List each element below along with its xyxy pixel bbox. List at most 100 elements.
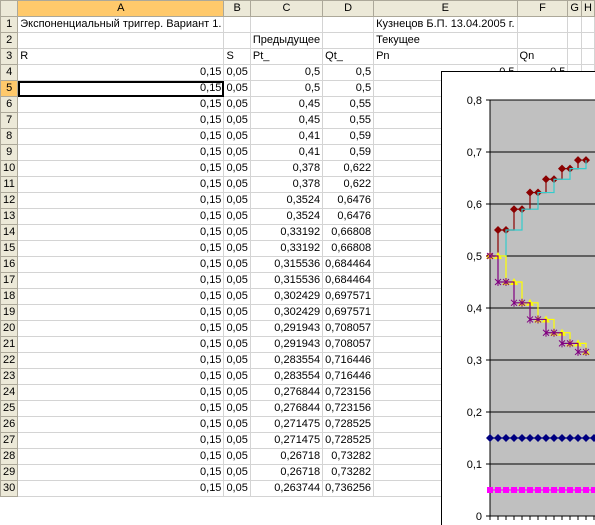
row-header[interactable]: 21 xyxy=(0,336,19,353)
cell-c26[interactable]: 0,271475 xyxy=(249,416,324,433)
cell-b18[interactable]: 0,05 xyxy=(223,288,251,305)
cell-a11[interactable]: 0,15 xyxy=(17,176,225,193)
cell-d14[interactable]: 0,66808 xyxy=(322,224,375,241)
row-header[interactable]: 9 xyxy=(0,144,19,161)
cell-g2[interactable] xyxy=(567,32,582,49)
cell-d6[interactable]: 0,55 xyxy=(322,96,375,113)
row-header[interactable]: 16 xyxy=(0,256,19,273)
cell-b7[interactable]: 0,05 xyxy=(223,112,251,129)
row-header[interactable]: 22 xyxy=(0,352,19,369)
row-header[interactable]: 23 xyxy=(0,368,19,385)
row-header[interactable]: 13 xyxy=(0,208,19,225)
cell-b19[interactable]: 0,05 xyxy=(223,304,251,321)
cell-a29[interactable]: 0,15 xyxy=(17,464,225,481)
cell-c27[interactable]: 0,271475 xyxy=(249,432,324,449)
cell-b22[interactable]: 0,05 xyxy=(223,352,251,369)
cell-a17[interactable]: 0,15 xyxy=(17,272,225,289)
cell-e1[interactable]: Кузнецов Б.П. 13.04.2005 г. xyxy=(373,16,518,33)
cell-d11[interactable]: 0,622 xyxy=(322,176,375,193)
cell-b11[interactable]: 0,05 xyxy=(223,176,251,193)
row-header[interactable]: 25 xyxy=(0,400,19,417)
cell-d29[interactable]: 0,73282 xyxy=(322,464,375,481)
cell-a25[interactable]: 0,15 xyxy=(17,400,225,417)
column-header-h[interactable]: H xyxy=(580,0,595,17)
cell-b30[interactable]: 0,05 xyxy=(223,480,251,497)
cell-c20[interactable]: 0,291943 xyxy=(249,320,324,337)
cell-a3[interactable]: R xyxy=(17,48,225,65)
cell-a28[interactable]: 0,15 xyxy=(17,448,225,465)
cell-c29[interactable]: 0,26718 xyxy=(249,464,324,481)
cell-b20[interactable]: 0,05 xyxy=(223,320,251,337)
cell-b14[interactable]: 0,05 xyxy=(223,224,251,241)
row-header[interactable]: 18 xyxy=(0,288,19,305)
cell-c9[interactable]: 0,41 xyxy=(249,144,324,161)
cell-d16[interactable]: 0,684464 xyxy=(322,256,375,273)
cell-d17[interactable]: 0,684464 xyxy=(322,272,375,289)
column-header-a[interactable]: A xyxy=(17,0,225,17)
row-header[interactable]: 19 xyxy=(0,304,19,321)
cell-d12[interactable]: 0,6476 xyxy=(322,192,375,209)
cell-e2[interactable]: Текущее xyxy=(373,32,518,49)
row-header[interactable]: 11 xyxy=(0,176,19,193)
cell-d28[interactable]: 0,73282 xyxy=(322,448,375,465)
cell-b25[interactable]: 0,05 xyxy=(223,400,251,417)
cell-b6[interactable]: 0,05 xyxy=(223,96,251,113)
cell-d19[interactable]: 0,697571 xyxy=(322,304,375,321)
cell-c14[interactable]: 0,33192 xyxy=(249,224,324,241)
cell-c12[interactable]: 0,3524 xyxy=(249,192,324,209)
cell-b26[interactable]: 0,05 xyxy=(223,416,251,433)
row-header[interactable]: 6 xyxy=(0,96,19,113)
row-header[interactable]: 28 xyxy=(0,448,19,465)
cell-c30[interactable]: 0,263744 xyxy=(249,480,324,497)
cell-d4[interactable]: 0,5 xyxy=(322,64,375,81)
cell-a5[interactable]: 0,15 xyxy=(17,80,225,97)
column-header-d[interactable]: D xyxy=(322,0,375,17)
cell-b28[interactable]: 0,05 xyxy=(223,448,251,465)
cell-c15[interactable]: 0,33192 xyxy=(249,240,324,257)
cell-a24[interactable]: 0,15 xyxy=(17,384,225,401)
cell-h2[interactable] xyxy=(580,32,595,49)
cell-g1[interactable] xyxy=(567,16,582,33)
cell-a6[interactable]: 0,15 xyxy=(17,96,225,113)
cell-c21[interactable]: 0,291943 xyxy=(249,336,324,353)
cell-d7[interactable]: 0,55 xyxy=(322,112,375,129)
cell-d18[interactable]: 0,697571 xyxy=(322,288,375,305)
cell-d5[interactable]: 0,5 xyxy=(322,80,375,97)
column-header-g[interactable]: G xyxy=(567,0,582,17)
cell-b17[interactable]: 0,05 xyxy=(223,272,251,289)
cell-f3[interactable]: Qn xyxy=(516,48,569,65)
cell-a10[interactable]: 0,15 xyxy=(17,160,225,177)
cell-c10[interactable]: 0,378 xyxy=(249,160,324,177)
cell-g3[interactable] xyxy=(567,48,582,65)
cell-c11[interactable]: 0,378 xyxy=(249,176,324,193)
cell-b3[interactable]: S xyxy=(223,48,251,65)
cell-c24[interactable]: 0,276844 xyxy=(249,384,324,401)
cell-c22[interactable]: 0,283554 xyxy=(249,352,324,369)
cell-a15[interactable]: 0,15 xyxy=(17,240,225,257)
row-header[interactable]: 2 xyxy=(0,32,19,49)
column-header-b[interactable]: B xyxy=(223,0,251,17)
row-header[interactable]: 24 xyxy=(0,384,19,401)
cell-b24[interactable]: 0,05 xyxy=(223,384,251,401)
cell-c23[interactable]: 0,283554 xyxy=(249,368,324,385)
cell-a16[interactable]: 0,15 xyxy=(17,256,225,273)
cell-c13[interactable]: 0,3524 xyxy=(249,208,324,225)
cell-d3[interactable]: Qt_ xyxy=(322,48,375,65)
cell-a22[interactable]: 0,15 xyxy=(17,352,225,369)
cell-c6[interactable]: 0,45 xyxy=(249,96,324,113)
cell-c4[interactable]: 0,5 xyxy=(249,64,324,81)
cell-d1[interactable] xyxy=(322,16,375,33)
row-header[interactable]: 27 xyxy=(0,432,19,449)
cell-d2[interactable] xyxy=(322,32,375,49)
spreadsheet[interactable]: ABCDEFGHI1Экспоненциальный триггер. Вари… xyxy=(0,0,595,525)
cell-a20[interactable]: 0,15 xyxy=(17,320,225,337)
cell-d21[interactable]: 0,708057 xyxy=(322,336,375,353)
cell-d13[interactable]: 0,6476 xyxy=(322,208,375,225)
cell-b9[interactable]: 0,05 xyxy=(223,144,251,161)
cell-b13[interactable]: 0,05 xyxy=(223,208,251,225)
cell-a2[interactable] xyxy=(17,32,225,49)
cell-d24[interactable]: 0,723156 xyxy=(322,384,375,401)
cell-a12[interactable]: 0,15 xyxy=(17,192,225,209)
cell-d20[interactable]: 0,708057 xyxy=(322,320,375,337)
cell-h3[interactable] xyxy=(580,48,595,65)
